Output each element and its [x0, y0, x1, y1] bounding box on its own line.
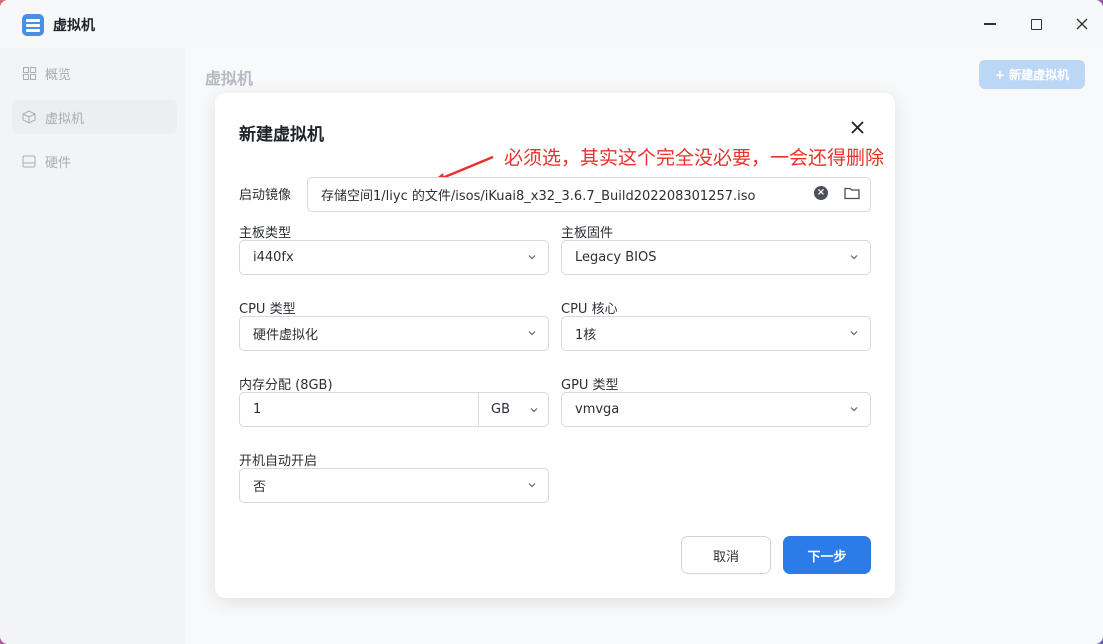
- autostart-value: 否: [253, 480, 267, 495]
- chevron-down-icon: [850, 255, 858, 260]
- clear-icon[interactable]: ×: [814, 186, 828, 200]
- sidebar-item-vm[interactable]: 虚拟机: [12, 100, 177, 134]
- memory-unit-select[interactable]: GB: [479, 392, 549, 427]
- chevron-down-icon: [530, 408, 538, 413]
- board-type-label: 主板类型: [239, 226, 292, 241]
- page-title: 虚拟机: [205, 69, 254, 88]
- new-vm-button[interactable]: + 新建虚拟机: [979, 60, 1085, 89]
- cpu-type-label: CPU 类型: [239, 302, 296, 317]
- window-title: 虚拟机: [53, 18, 95, 34]
- boot-image-label: 启动镜像: [239, 188, 292, 203]
- sidebar-item-overview[interactable]: 概览: [12, 56, 177, 90]
- annotation-text: 必须选，其实这个完全没必要，一会还得删除: [504, 147, 885, 169]
- cpu-cores-select[interactable]: 1核: [561, 316, 871, 351]
- chevron-down-icon: [528, 483, 536, 488]
- maximize-icon: [1030, 18, 1042, 30]
- title-bar: 虚拟机: [0, 0, 1103, 48]
- chevron-down-icon: [850, 331, 858, 336]
- drive-icon: [22, 154, 36, 168]
- app-window: 虚拟机 概览 虚拟机 硬件 虚拟机 + 新建虚拟机 新建虚拟机 必须选，其实这个…: [0, 0, 1103, 644]
- next-step-button[interactable]: 下一步: [783, 536, 871, 574]
- gpu-type-value: vmvga: [575, 402, 620, 417]
- cube-icon: [22, 110, 36, 124]
- cpu-type-value: 硬件虚拟化: [253, 328, 319, 343]
- boot-image-value: 存储空间1/liyc 的文件/isos/iKuai8_x32_3.6.7_Bui…: [321, 189, 756, 204]
- autostart-label: 开机自动开启: [239, 454, 318, 469]
- firmware-select[interactable]: Legacy BIOS: [561, 240, 871, 275]
- board-type-select[interactable]: i440fx: [239, 240, 549, 275]
- close-icon: [850, 121, 864, 134]
- maximize-button[interactable]: [1021, 10, 1051, 38]
- gpu-type-label: GPU 类型: [561, 378, 619, 393]
- cpu-cores-label: CPU 核心: [561, 302, 618, 317]
- grid-icon: [22, 66, 36, 80]
- cpu-type-select[interactable]: 硬件虚拟化: [239, 316, 549, 351]
- gpu-type-select[interactable]: vmvga: [561, 392, 871, 427]
- server-icon: [22, 14, 44, 36]
- close-window-button[interactable]: [1067, 10, 1097, 38]
- memory-input[interactable]: 1: [239, 392, 479, 427]
- dialog-close-button[interactable]: [848, 120, 866, 138]
- firmware-label: 主板固件: [561, 226, 614, 241]
- memory-value: 1: [253, 402, 262, 417]
- memory-unit-value: GB: [491, 402, 510, 417]
- chevron-down-icon: [528, 331, 536, 336]
- minimize-icon: [984, 23, 996, 25]
- sidebar: 概览 虚拟机 硬件: [0, 48, 185, 644]
- firmware-value: Legacy BIOS: [575, 250, 657, 265]
- cpu-cores-value: 1核: [575, 328, 597, 343]
- folder-icon[interactable]: [844, 186, 860, 200]
- chevron-down-icon: [850, 407, 858, 412]
- boot-image-field[interactable]: 存储空间1/liyc 的文件/isos/iKuai8_x32_3.6.7_Bui…: [307, 177, 871, 212]
- sidebar-item-hardware[interactable]: 硬件: [12, 144, 177, 178]
- cancel-button[interactable]: 取消: [681, 536, 771, 574]
- new-vm-dialog: 新建虚拟机 必须选，其实这个完全没必要，一会还得删除 启动镜像 存储空间1/li…: [215, 93, 895, 598]
- memory-label: 内存分配 (8GB): [239, 378, 333, 393]
- board-type-value: i440fx: [253, 250, 294, 265]
- autostart-select[interactable]: 否: [239, 468, 549, 503]
- minimize-button[interactable]: [975, 10, 1005, 38]
- dialog-title: 新建虚拟机: [239, 125, 324, 145]
- chevron-down-icon: [528, 255, 536, 260]
- close-icon: [1076, 18, 1088, 30]
- sidebar-item-label: 硬件: [45, 155, 72, 171]
- sidebar-item-label: 概览: [45, 67, 72, 83]
- sidebar-item-label: 虚拟机: [45, 111, 85, 127]
